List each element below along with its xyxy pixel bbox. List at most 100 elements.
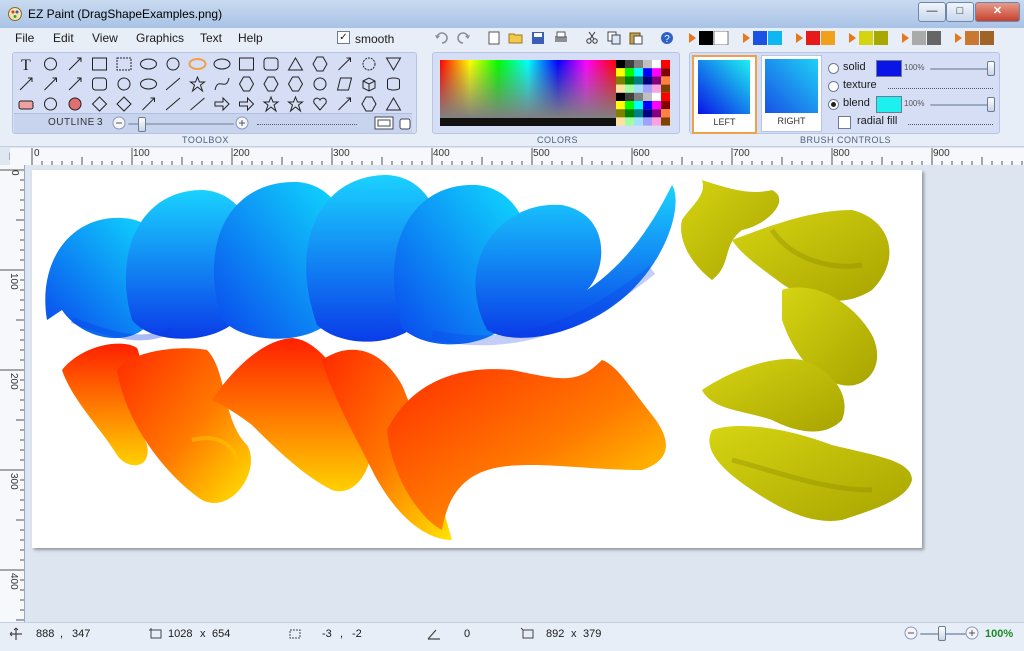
tool-oval-icon[interactable] (213, 58, 231, 70)
palette-swatch[interactable] (616, 68, 625, 77)
palette-swatch[interactable] (661, 109, 670, 118)
tool-spray-icon[interactable] (68, 77, 82, 91)
palette-swatch[interactable] (661, 92, 670, 101)
copy-icon[interactable] (606, 31, 622, 45)
tool-triangle-icon[interactable] (385, 97, 402, 111)
tool-shape-icon[interactable] (338, 57, 351, 71)
tool-octagon-icon[interactable] (287, 76, 304, 92)
palette-swatch[interactable] (634, 109, 643, 118)
menu-view[interactable]: View (92, 31, 118, 45)
tool-roundrect-icon[interactable] (263, 57, 279, 71)
tool-circle-icon[interactable] (117, 77, 131, 91)
palette-swatch[interactable] (652, 68, 661, 77)
tool-polygon-icon[interactable] (238, 76, 255, 92)
tool-burst-icon[interactable] (338, 97, 351, 111)
palette-swatch[interactable] (625, 101, 634, 110)
palette-swatch[interactable] (643, 60, 652, 69)
palette-swatch[interactable] (634, 76, 643, 85)
zoom-slider-thumb[interactable] (938, 626, 946, 641)
tool-line-icon[interactable] (165, 97, 181, 111)
paste-icon[interactable] (628, 31, 644, 45)
menu-help[interactable]: Help (238, 31, 263, 45)
menu-graphics[interactable]: Graphics (136, 31, 184, 45)
menu-text[interactable]: Text (200, 31, 222, 45)
zoom-in-icon[interactable] (965, 626, 979, 640)
palette-swatch[interactable] (652, 101, 661, 110)
blend-opacity-thumb[interactable] (987, 97, 995, 112)
tool-diamond-icon[interactable] (116, 96, 132, 112)
tool-rect-icon[interactable] (239, 57, 254, 71)
tool-rect-icon[interactable] (92, 57, 107, 71)
undo-icon[interactable] (434, 31, 450, 45)
tool-rect-dash-icon[interactable] (116, 57, 132, 71)
drawing-canvas[interactable] (32, 170, 922, 548)
tool-brush-icon[interactable] (44, 77, 57, 91)
solid-radio[interactable] (828, 63, 839, 74)
palette-swatch[interactable] (616, 109, 625, 118)
tool-cylinder-icon[interactable] (387, 77, 400, 91)
palette-swatch[interactable] (661, 84, 670, 93)
palette-swatch[interactable] (652, 92, 661, 101)
palette-swatch[interactable] (661, 76, 670, 85)
help-icon[interactable]: ? (659, 31, 675, 45)
tool-magnifier-icon[interactable] (44, 57, 57, 71)
blend-radio[interactable] (828, 99, 839, 110)
palette-swatch[interactable] (652, 117, 661, 126)
palette-swatch[interactable] (652, 109, 661, 118)
tool-arrow-icon[interactable] (214, 96, 230, 112)
quick-pair-black-white[interactable] (688, 31, 750, 45)
palette-swatch[interactable] (634, 101, 643, 110)
close-button[interactable]: ✕ (975, 2, 1020, 22)
texture-radio[interactable] (828, 81, 839, 92)
outline-slider-thumb[interactable] (138, 117, 146, 132)
tool-hexagon-icon[interactable] (361, 96, 377, 112)
tool-lightning-icon[interactable] (190, 97, 205, 111)
palette-swatch[interactable] (634, 117, 643, 126)
maximize-button[interactable]: □ (946, 2, 974, 22)
tool-star-icon[interactable] (189, 75, 206, 93)
palette-swatch[interactable] (661, 60, 670, 69)
tool-pentagon-icon[interactable] (312, 56, 328, 72)
palette-swatch[interactable] (643, 76, 652, 85)
tool-diamond-icon[interactable] (91, 96, 108, 112)
save-icon[interactable] (530, 31, 546, 45)
tool-arrow-icon[interactable] (239, 96, 255, 112)
tool-eraser-icon[interactable] (18, 100, 34, 110)
tool-cube-icon[interactable] (362, 77, 376, 92)
palette-swatch[interactable] (643, 84, 652, 93)
new-icon[interactable] (486, 31, 502, 45)
palette-swatch[interactable] (643, 68, 652, 77)
tool-triangle-icon[interactable] (287, 57, 304, 71)
palette-swatch[interactable] (616, 117, 625, 126)
tool-circle-icon[interactable] (166, 57, 180, 71)
palette-swatch[interactable] (634, 92, 643, 101)
tool-pipette-icon[interactable] (68, 57, 82, 71)
blend-color-swatch[interactable] (876, 96, 902, 113)
tool-triangle-down-icon[interactable] (385, 57, 402, 71)
palette-swatch[interactable] (634, 68, 643, 77)
outline-minus-icon[interactable] (112, 116, 126, 130)
open-icon[interactable] (508, 31, 524, 45)
tool-star-icon[interactable] (287, 95, 304, 113)
menu-file[interactable]: File (15, 31, 34, 45)
palette-swatch[interactable] (616, 92, 625, 101)
palette-swatch[interactable] (634, 60, 643, 69)
tool-ellipse-icon[interactable] (140, 78, 157, 90)
palette-swatch[interactable] (643, 92, 652, 101)
tool-curve-icon[interactable] (214, 77, 230, 91)
outline-frame-icon[interactable] (374, 116, 394, 130)
palette-swatch[interactable] (643, 117, 652, 126)
minimize-button[interactable]: — (918, 2, 946, 22)
blend-opacity-slider[interactable] (930, 104, 993, 106)
tool-roundrect-icon[interactable] (92, 77, 107, 91)
palette-swatch[interactable] (652, 76, 661, 85)
palette-swatch[interactable] (661, 101, 670, 110)
tool-bucket-icon[interactable] (68, 97, 82, 111)
palette-swatch[interactable] (634, 84, 643, 93)
palette-swatch[interactable] (625, 76, 634, 85)
color-spectrum[interactable] (440, 60, 616, 126)
tool-ellipse-icon[interactable] (140, 58, 157, 70)
tool-hexagon-icon[interactable] (263, 76, 279, 92)
tool-circle-dash-icon[interactable] (362, 57, 376, 71)
palette-swatch[interactable] (625, 109, 634, 118)
